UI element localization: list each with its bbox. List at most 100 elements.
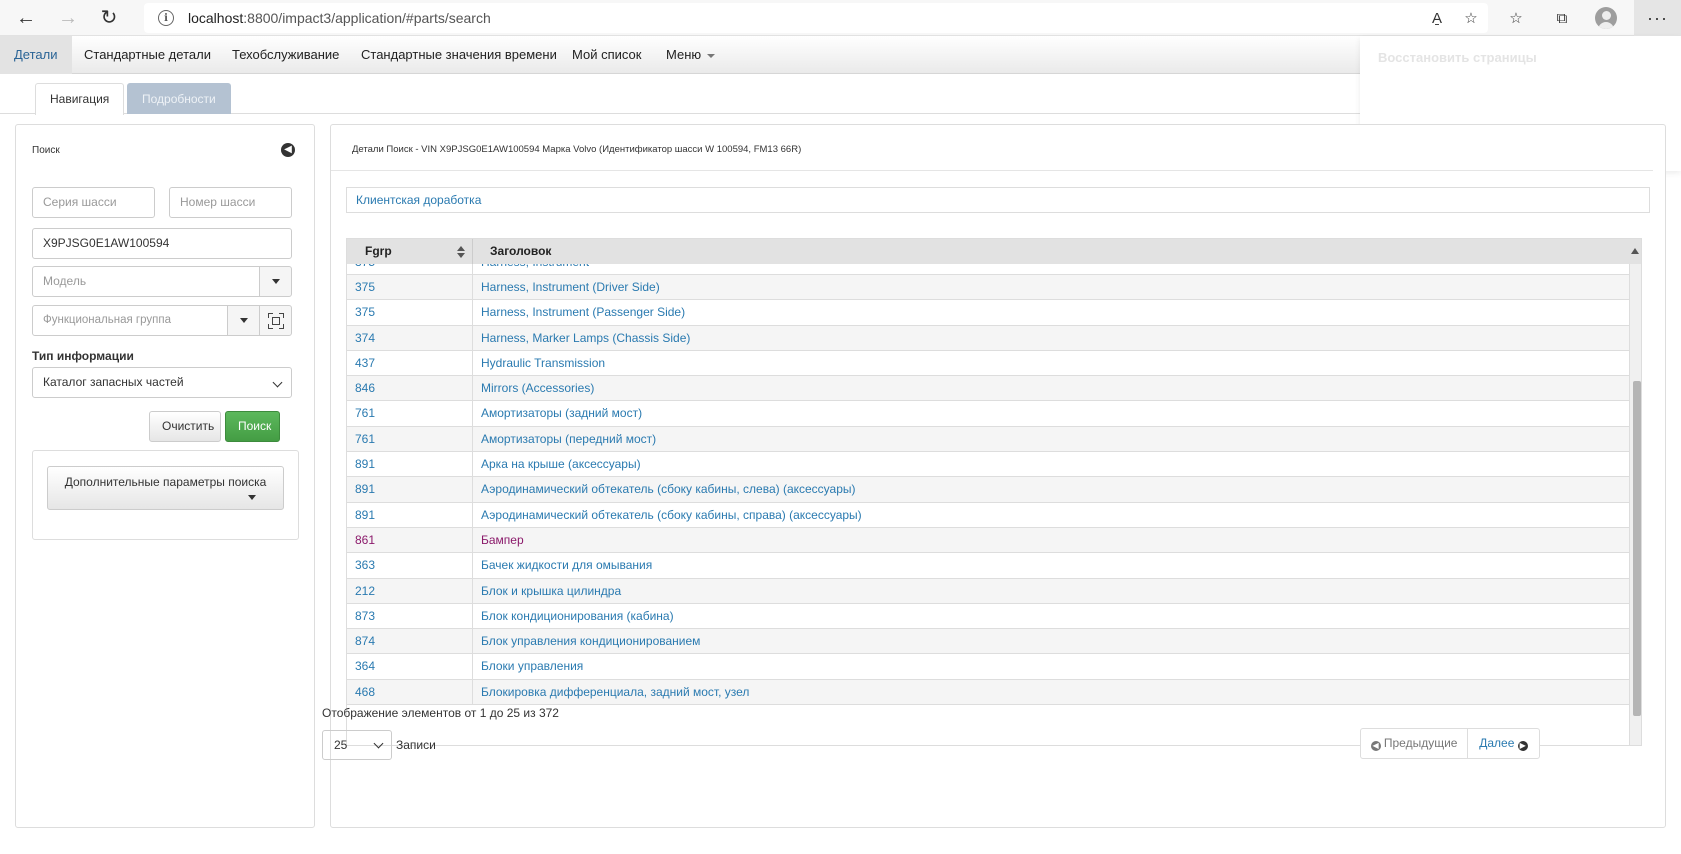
cell-title[interactable]: Mirrors (Accessories) [481, 381, 594, 395]
function-group-picker-button[interactable] [259, 305, 292, 336]
menu-parts[interactable]: Детали [0, 36, 72, 74]
search-panel-title: Поиск [32, 145, 60, 156]
table-scrollbar[interactable] [1629, 264, 1641, 745]
cell-title[interactable]: Амортизаторы (задний мост) [481, 406, 642, 420]
address-bar[interactable]: i localhost:8800/impact3/application/#pa… [144, 3, 1488, 33]
table-row[interactable]: 861 Бампер [347, 527, 1629, 554]
favorites-icon[interactable]: ☆ [1504, 6, 1528, 30]
page-size-select[interactable]: 25 [322, 730, 392, 760]
cell-title[interactable]: Блокировка дифференциала, задний мост, у… [481, 685, 749, 699]
table-row[interactable]: 212 Блок и крышка цилиндра [347, 578, 1629, 604]
advanced-search-button[interactable]: Дополнительные параметры поиска [47, 466, 284, 510]
cell-fgrp[interactable]: 874 [355, 634, 375, 648]
previous-label: Предыдущие [1383, 736, 1458, 750]
client-modification-link[interactable]: Клиентская доработка [346, 187, 1650, 213]
model-dropdown-button[interactable] [259, 266, 292, 297]
cell-fgrp[interactable]: 437 [355, 356, 375, 370]
cell-title[interactable]: Harness, Instrument (Passenger Side) [481, 305, 685, 319]
column-header-fgrp[interactable]: Fgrp [365, 239, 392, 264]
collapse-arrow-icon[interactable]: ◀ [281, 143, 295, 157]
tab-details[interactable]: Подробности [127, 83, 231, 114]
table-row[interactable]: 891 Аэродинамический обтекатель (сбоку ка… [347, 502, 1629, 528]
cell-title[interactable]: Hydraulic Transmission [481, 356, 605, 370]
sort-ascending-icon[interactable] [1631, 248, 1639, 254]
back-arrow-icon[interactable]: ← [12, 4, 40, 32]
cell-title[interactable]: Амортизаторы (передний мост) [481, 432, 656, 446]
table-row[interactable]: 874 Блок управления кондиционированием [347, 629, 1629, 655]
cell-fgrp[interactable]: 761 [355, 432, 375, 446]
cell-title[interactable]: Блок управления кондиционированием [481, 634, 700, 648]
previous-page-button[interactable]: ◀ Предыдущие [1361, 729, 1468, 758]
table-row[interactable]: 468 Блокировка дифференциала, задний мост… [347, 679, 1629, 706]
cell-title[interactable]: Блоки управления [481, 659, 583, 673]
table-row[interactable]: 437 Hydraulic Transmission [347, 350, 1629, 377]
menu-my-list[interactable]: Мой список [558, 36, 655, 74]
cell-fgrp[interactable]: 374 [355, 331, 375, 345]
divider [472, 426, 473, 452]
cell-title[interactable]: Аэродинамический обтекатель (сбоку кабин… [481, 508, 862, 522]
cell-fgrp[interactable]: 364 [355, 659, 375, 673]
cell-fgrp[interactable]: 761 [355, 406, 375, 420]
site-info-icon[interactable]: i [158, 10, 174, 26]
table-row[interactable]: 375 Harness, Instrument (Passenger Side) [347, 300, 1629, 326]
add-favorite-icon[interactable]: ☆ [1459, 6, 1483, 30]
cell-fgrp[interactable]: 891 [355, 457, 375, 471]
cell-title[interactable]: Блок и крышка цилиндра [481, 584, 621, 598]
cell-title[interactable]: Бампер [481, 533, 524, 547]
table-row[interactable]: 761 Амортизаторы (задний мост) [347, 401, 1629, 427]
table-row[interactable]: 891 Арка на крыше (аксессуары) [347, 452, 1629, 478]
cell-fgrp[interactable]: 212 [355, 584, 375, 598]
cell-fgrp[interactable]: 873 [355, 609, 375, 623]
scrollbar-thumb[interactable] [1633, 381, 1641, 716]
table-row[interactable]: 363 Бачек жидкости для омывания [347, 553, 1629, 579]
cell-fgrp[interactable]: 846 [355, 381, 375, 395]
more-options-icon[interactable]: ··· [1634, 0, 1681, 36]
column-header-title[interactable]: Заголовок [490, 239, 551, 264]
forward-arrow-icon[interactable]: → [54, 4, 82, 32]
table-row[interactable]: 375 Harness, Instrument (Driver Side) [347, 275, 1629, 301]
chassis-number-input[interactable]: Номер шасси [169, 187, 292, 218]
cell-title[interactable]: Harness, Marker Lamps (Chassis Side) [481, 331, 690, 345]
restore-pages-title[interactable]: Восстановить страницы [1378, 50, 1537, 65]
read-aloud-icon[interactable]: A̱ [1425, 6, 1449, 30]
table-row[interactable]: 891 Аэродинамический обтекатель (сбоку ка… [347, 477, 1629, 503]
cell-fgrp[interactable]: 861 [355, 533, 375, 547]
divider [472, 239, 473, 264]
function-group-input[interactable]: Функциональная группа [32, 305, 228, 336]
menu-standard-times[interactable]: Стандартные значения времени [347, 36, 571, 74]
collections-icon[interactable]: ⧉ [1550, 6, 1574, 30]
table-row[interactable]: 846 Mirrors (Accessories) [347, 376, 1629, 402]
menu-maintenance[interactable]: Техобслуживание [218, 36, 353, 74]
menu-more[interactable]: Меню [652, 36, 729, 74]
cell-title[interactable]: Harness, Instrument (Driver Side) [481, 280, 660, 294]
cell-fgrp[interactable]: 375 [355, 305, 375, 319]
clear-button[interactable]: Очистить [149, 411, 221, 442]
info-type-select[interactable]: Каталог запасных частей [32, 367, 292, 398]
cell-title[interactable]: Арка на крыше (аксессуары) [481, 457, 641, 471]
url-host: localhost [188, 10, 244, 26]
vin-input[interactable]: X9PJSG0E1AW100594 [32, 228, 292, 259]
divider [472, 452, 473, 477]
function-group-dropdown-button[interactable] [227, 305, 260, 336]
cell-fgrp[interactable]: 363 [355, 558, 375, 572]
search-button[interactable]: Поиск [225, 411, 280, 442]
reload-icon[interactable]: ↻ [95, 4, 123, 32]
divider [472, 603, 473, 629]
cell-fgrp[interactable]: 891 [355, 508, 375, 522]
model-input[interactable]: Модель [32, 266, 260, 297]
table-row[interactable]: 364 Блоки управления [347, 654, 1629, 680]
cell-title[interactable]: Бачек жидкости для омывания [481, 558, 652, 572]
menu-standard-parts[interactable]: Стандартные детали [70, 36, 225, 74]
table-row[interactable]: 761 Амортизаторы (передний мост) [347, 426, 1629, 453]
table-row[interactable]: 374 Harness, Marker Lamps (Chassis Side) [347, 325, 1629, 351]
cell-title[interactable]: Аэродинамический обтекатель (сбоку кабин… [481, 482, 856, 496]
table-row[interactable]: 873 Блок кондиционирования (кабина) [347, 603, 1629, 630]
cell-title[interactable]: Блок кондиционирования (кабина) [481, 609, 674, 623]
next-page-button[interactable]: Далее ▶ [1468, 729, 1539, 758]
profile-avatar-icon[interactable] [1594, 6, 1618, 30]
cell-fgrp[interactable]: 375 [355, 280, 375, 294]
tab-navigation[interactable]: Навигация [35, 83, 125, 115]
cell-fgrp[interactable]: 468 [355, 685, 375, 699]
cell-fgrp[interactable]: 891 [355, 482, 375, 496]
chassis-series-input[interactable]: Серия шасси [32, 187, 155, 218]
